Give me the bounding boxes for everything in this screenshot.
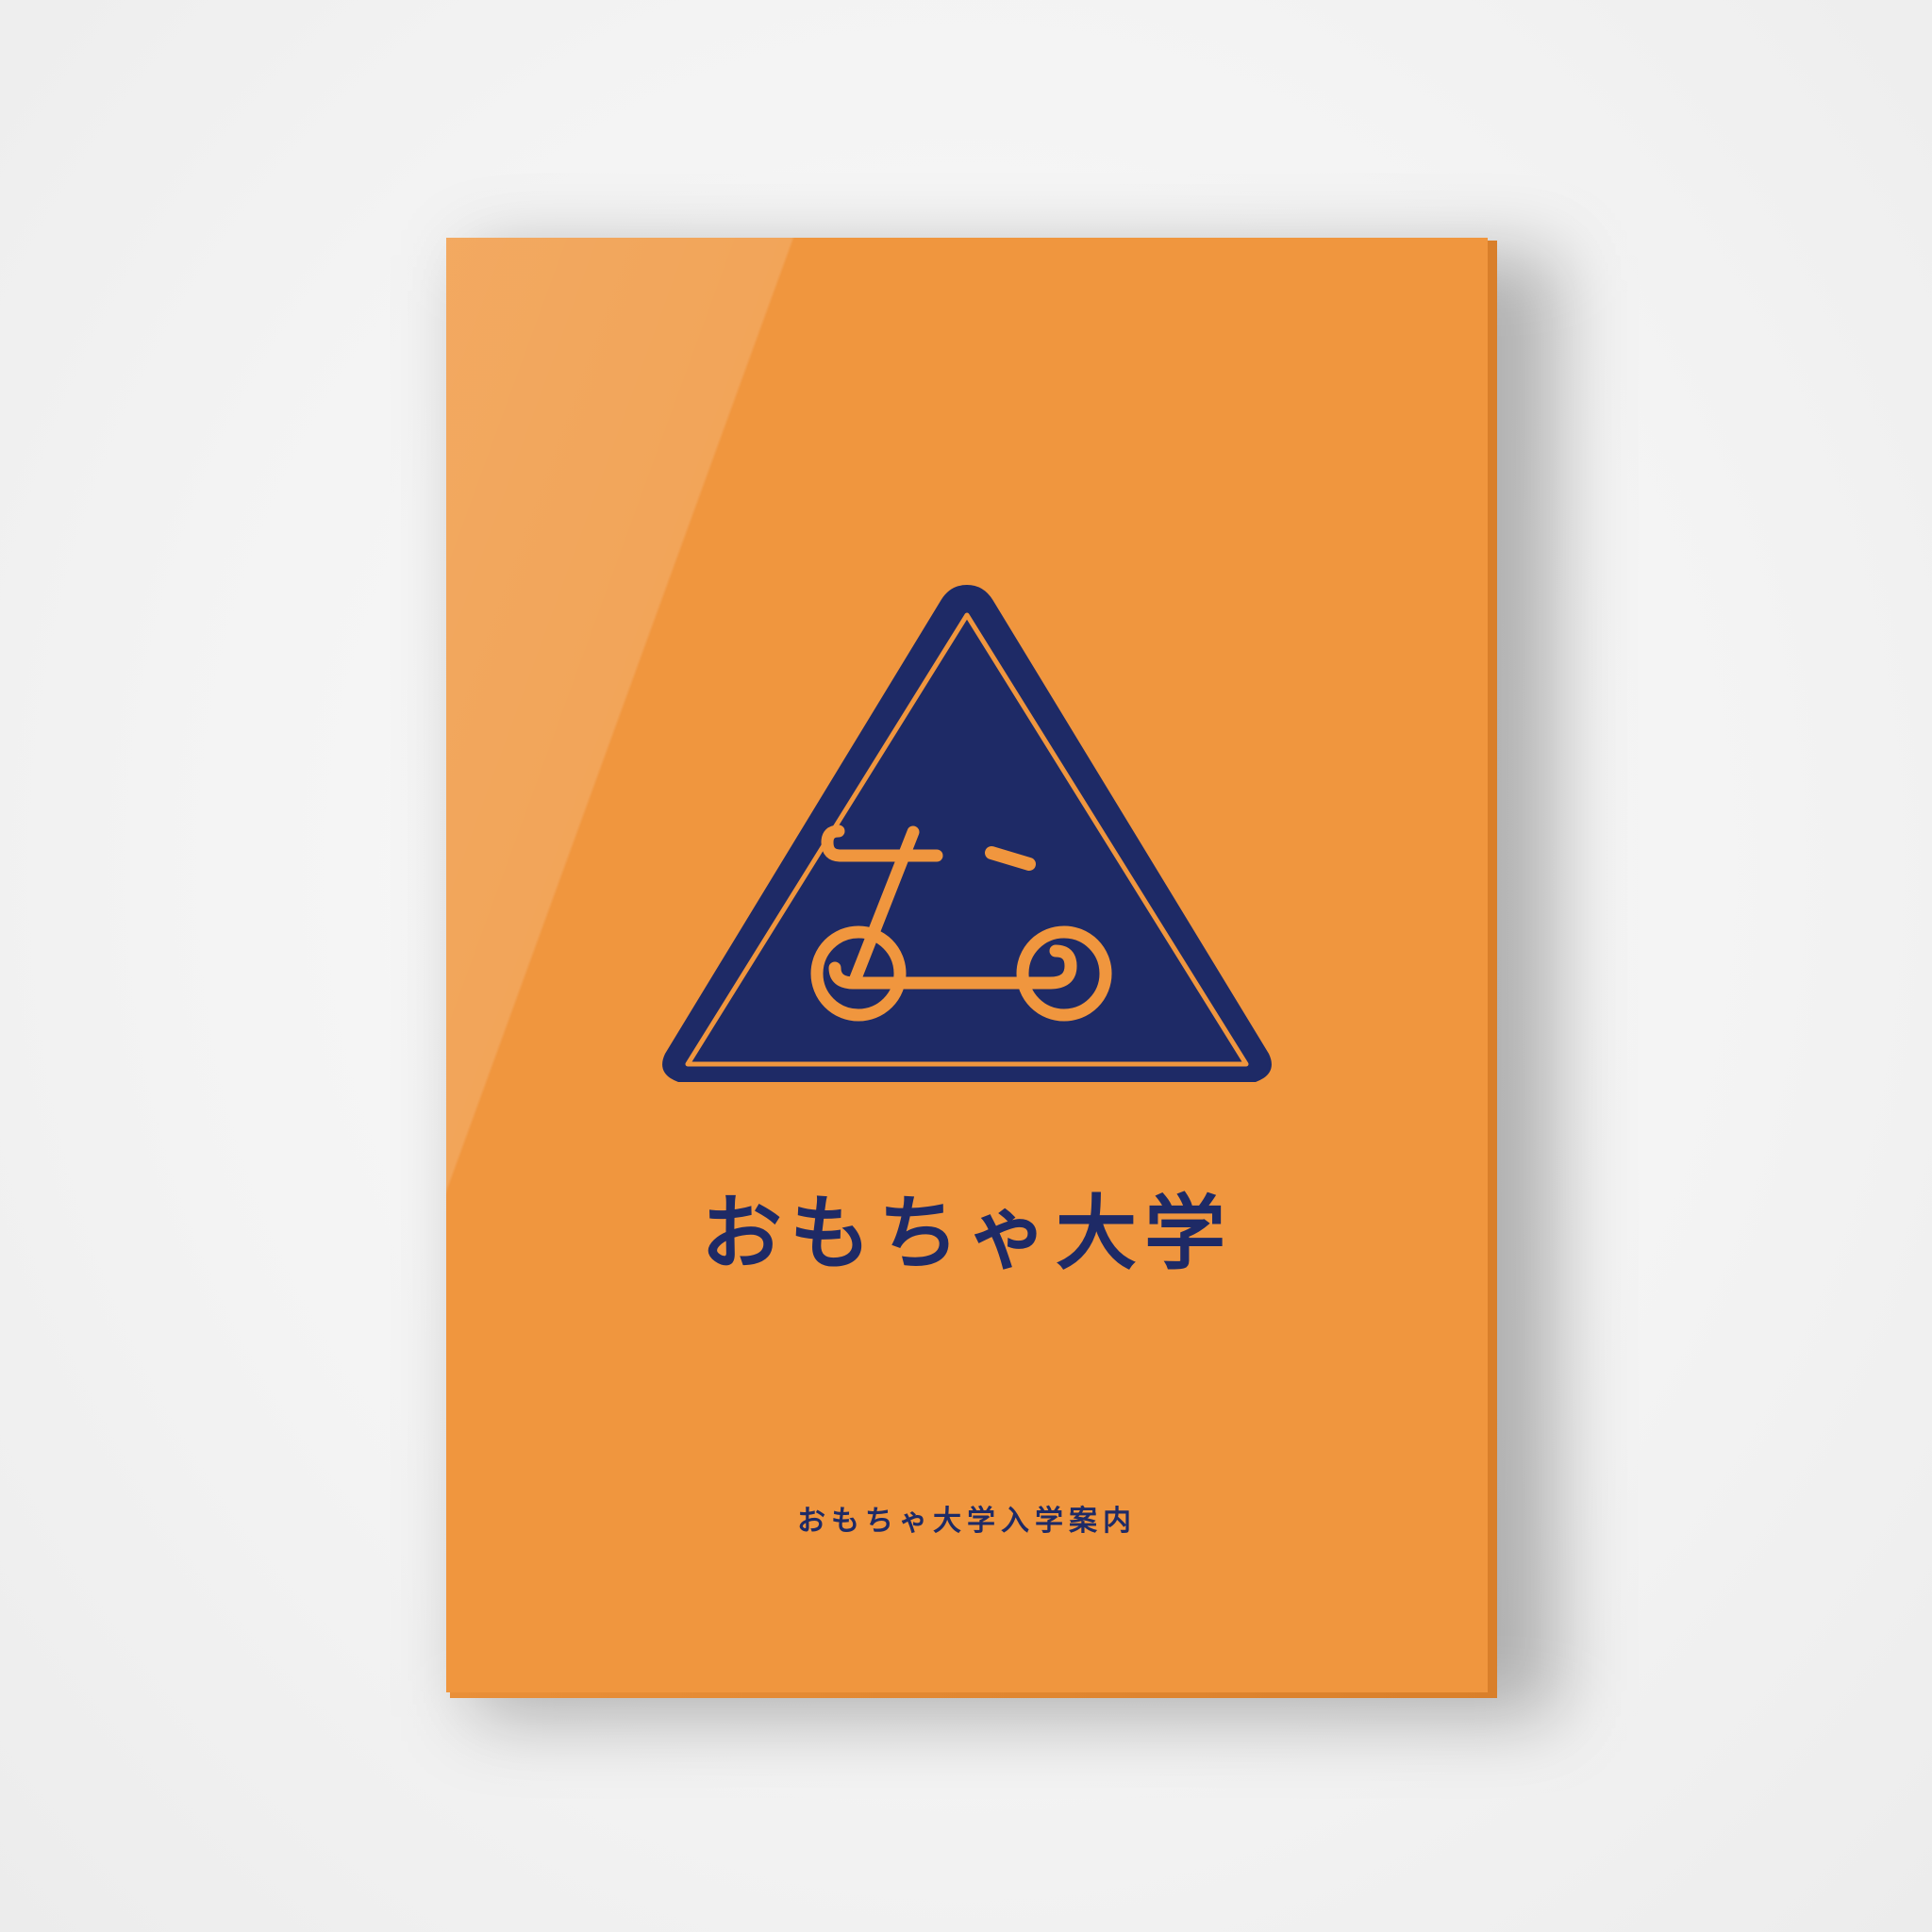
warning-triangle-icon: [662, 585, 1272, 1082]
mockup-scene: おもちゃ大学 おもちゃ大学入学案内: [0, 0, 1932, 1932]
cover-subtitle: おもちゃ大学入学案内: [797, 1505, 1137, 1538]
logo-wordmark: おもちゃ大学: [701, 1187, 1233, 1281]
logo-graphic: おもちゃ大学: [662, 585, 1272, 1281]
book-cover: おもちゃ大学 おもちゃ大学入学案内: [446, 238, 1488, 1692]
